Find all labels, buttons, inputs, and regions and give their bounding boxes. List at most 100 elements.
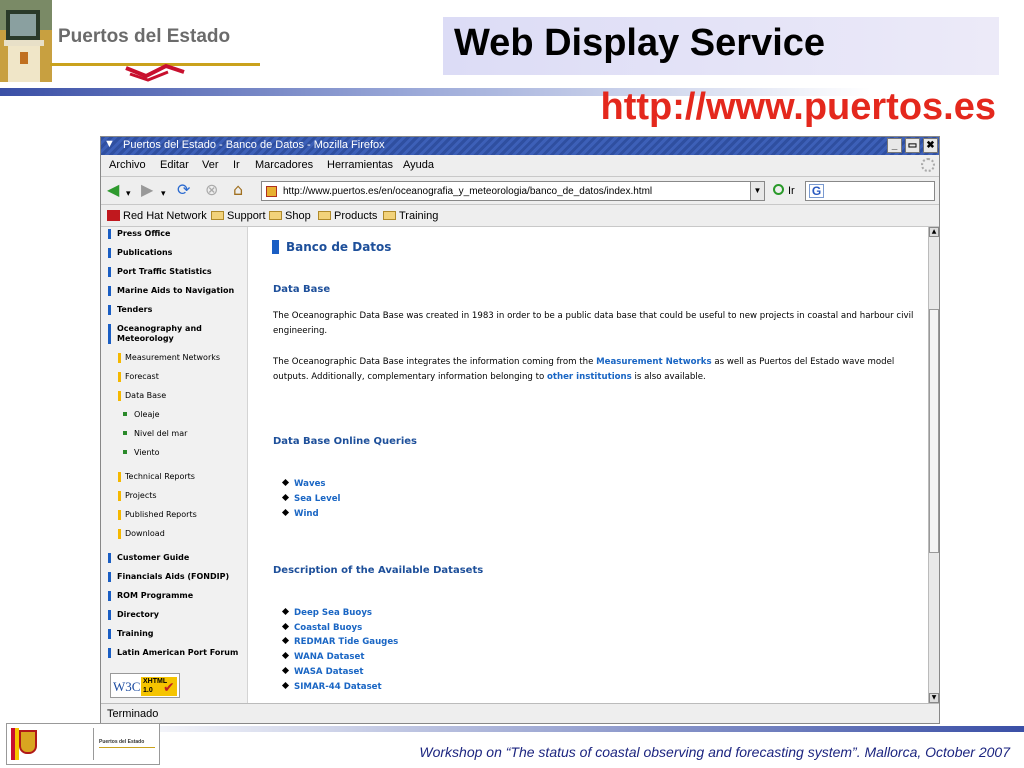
link-simar-44-dataset[interactable]: SIMAR-44 Dataset	[281, 681, 382, 692]
menu-archivo[interactable]: Archivo	[109, 159, 146, 171]
window-title: Puertos del Estado - Banco de Datos - Mo…	[123, 139, 385, 151]
link-deep-sea-buoys[interactable]: Deep Sea Buoys	[281, 607, 373, 618]
sidebar-item-label: Meteorology	[117, 334, 174, 343]
link-wasa-dataset[interactable]: WASA Dataset	[281, 666, 363, 677]
menu-ir[interactable]: Ir	[233, 159, 240, 171]
sidebar-item-projects[interactable]: Projects	[118, 491, 157, 501]
home-icon[interactable]: ⌂	[233, 182, 243, 198]
reload-icon[interactable]: ⟳	[177, 182, 190, 198]
link-sea-level[interactable]: Sea Level	[281, 493, 341, 504]
sidebar-item-technical-reports[interactable]: Technical Reports	[118, 472, 195, 482]
bookmark-red-hat-network[interactable]: Red Hat Network	[107, 210, 207, 222]
sidebar-item-rom-programme[interactable]: ROM Programme	[108, 591, 193, 601]
bullet-icon	[123, 450, 127, 454]
maximize-button[interactable]: ▭	[905, 138, 920, 153]
sidebar-item-nivel-del-mar[interactable]: Nivel del mar	[123, 429, 187, 439]
throbber-icon	[921, 158, 935, 172]
link-other-institutions[interactable]: other institutions	[547, 372, 632, 382]
address-dropdown-icon[interactable]: ▼	[750, 182, 764, 200]
scroll-up-icon[interactable]: ▲	[929, 227, 939, 237]
main-content: Banco de Datos Data Base The Oceanograph…	[249, 227, 929, 703]
bookmark-label: Products	[334, 210, 378, 222]
bullet-icon	[281, 651, 290, 660]
bookmark-shop[interactable]: Shop	[269, 210, 311, 222]
go-label: Ir	[788, 185, 795, 197]
paragraph-intro: The Oceanographic Data Base was created …	[273, 311, 914, 336]
bookmark-label: Shop	[285, 210, 311, 222]
sidebar-item-oceanography[interactable]: Oceanography and Meteorology	[108, 324, 202, 344]
back-icon[interactable]: ◀	[107, 182, 119, 198]
presentation-slide: Puertos del Estado Web Display Service h…	[0, 0, 1024, 768]
address-bar[interactable]: http://www.puertos.es/en/oceanografia_y_…	[261, 181, 765, 201]
sidebar-item-publications[interactable]: Publications	[108, 248, 172, 258]
bullet-icon	[281, 636, 290, 645]
paragraph-text: The Oceanographic Data Base integrates t…	[273, 357, 597, 367]
footer-brand-name: Puertos del Estado	[99, 739, 145, 745]
menu-ver[interactable]: Ver	[202, 159, 219, 171]
google-search-icon[interactable]: G	[809, 184, 824, 198]
folder-icon	[269, 211, 282, 220]
sidebar-item-download[interactable]: Download	[118, 529, 165, 539]
sidebar-item-press-office[interactable]: Press Office	[108, 229, 170, 239]
link-measurement-networks[interactable]: Measurement Networks	[596, 357, 712, 367]
sidebar-item-tenders[interactable]: Tenders	[108, 305, 152, 315]
link-wana-dataset[interactable]: WANA Dataset	[281, 651, 364, 662]
sidebar-item-directory[interactable]: Directory	[108, 610, 159, 620]
minimize-button[interactable]: _	[887, 138, 902, 153]
sidebar-item-training[interactable]: Training	[108, 629, 154, 639]
bookmark-training[interactable]: Training	[383, 210, 438, 222]
paragraph-text: is also available.	[631, 372, 706, 382]
scroll-down-icon[interactable]: ▼	[929, 693, 939, 703]
sidebar-item-viento[interactable]: Viento	[123, 448, 160, 458]
slide-title: Web Display Service	[454, 22, 826, 64]
close-button[interactable]: ✖	[923, 138, 938, 153]
search-box[interactable]: G	[805, 181, 935, 201]
forward-dropdown-icon[interactable]: ▾	[161, 186, 166, 202]
sidebar-item-latin-american-port-forum[interactable]: Latin American Port Forum	[108, 648, 238, 658]
back-dropdown-icon[interactable]: ▾	[126, 186, 131, 202]
stop-icon[interactable]: ⊗	[205, 182, 218, 198]
bookmark-products[interactable]: Products	[318, 210, 377, 222]
sidebar-item-published-reports[interactable]: Published Reports	[118, 510, 197, 520]
footer-text: Workshop on “The status of coastal obser…	[419, 744, 1010, 760]
forward-icon[interactable]: ▶	[141, 182, 153, 198]
window-titlebar[interactable]: ▼ Puertos del Estado - Banco de Datos - …	[101, 137, 939, 155]
menu-editar[interactable]: Editar	[160, 159, 189, 171]
link-wind[interactable]: Wind	[281, 508, 319, 519]
menu-herramientas[interactable]: Herramientas	[327, 159, 393, 171]
sidebar-item-port-traffic-statistics[interactable]: Port Traffic Statistics	[108, 267, 212, 277]
link-label: Deep Sea Buoys	[294, 608, 373, 618]
bullet-icon	[281, 607, 290, 616]
logo-divider	[93, 728, 94, 760]
bullet-icon	[123, 431, 127, 435]
folder-icon	[383, 211, 396, 220]
bullet-icon	[281, 681, 290, 690]
sidebar-item-forecast[interactable]: Forecast	[118, 372, 159, 382]
link-label: Coastal Buoys	[294, 623, 363, 633]
status-bar: Terminado	[101, 703, 939, 723]
paragraph-integration: The Oceanographic Data Base integrates t…	[273, 355, 921, 385]
menu-ayuda[interactable]: Ayuda	[403, 159, 434, 171]
vertical-scrollbar[interactable]: ▲ ▼	[928, 227, 939, 703]
sidebar-item-label: Oleaje	[134, 410, 160, 419]
sidebar-item-marine-aids[interactable]: Marine Aids to Navigation	[108, 286, 234, 296]
w3c-xhtml-badge[interactable]: W3C XHTML 1.0 ✔	[110, 673, 180, 698]
link-coastal-buoys[interactable]: Coastal Buoys	[281, 622, 363, 633]
bookmark-label: Red Hat Network	[123, 210, 207, 222]
sidebar-item-customer-guide[interactable]: Customer Guide	[108, 553, 189, 563]
go-button[interactable]: Ir	[773, 184, 795, 197]
sidebar-item-financial-aids[interactable]: Financials Aids (FONDIP)	[108, 572, 229, 582]
window-menu-icon[interactable]: ▼	[104, 138, 115, 150]
link-waves[interactable]: Waves	[281, 478, 326, 489]
bookmark-support[interactable]: Support	[211, 210, 266, 222]
sidebar-item-oleaje[interactable]: Oleaje	[123, 410, 160, 420]
bookmarks-toolbar: Red Hat Network Support Shop Products Tr…	[101, 205, 939, 227]
menu-marcadores[interactable]: Marcadores	[255, 159, 313, 171]
link-redmar-tide-gauges[interactable]: REDMAR Tide Gauges	[281, 636, 398, 647]
status-text: Terminado	[107, 708, 159, 720]
sidebar-item-measurement-networks[interactable]: Measurement Networks	[118, 353, 220, 363]
sidebar-item-data-base[interactable]: Data Base	[118, 391, 166, 401]
bullet-icon	[281, 493, 290, 502]
scrollbar-thumb[interactable]	[929, 309, 939, 553]
section-title-online-queries: Data Base Online Queries	[273, 436, 417, 447]
